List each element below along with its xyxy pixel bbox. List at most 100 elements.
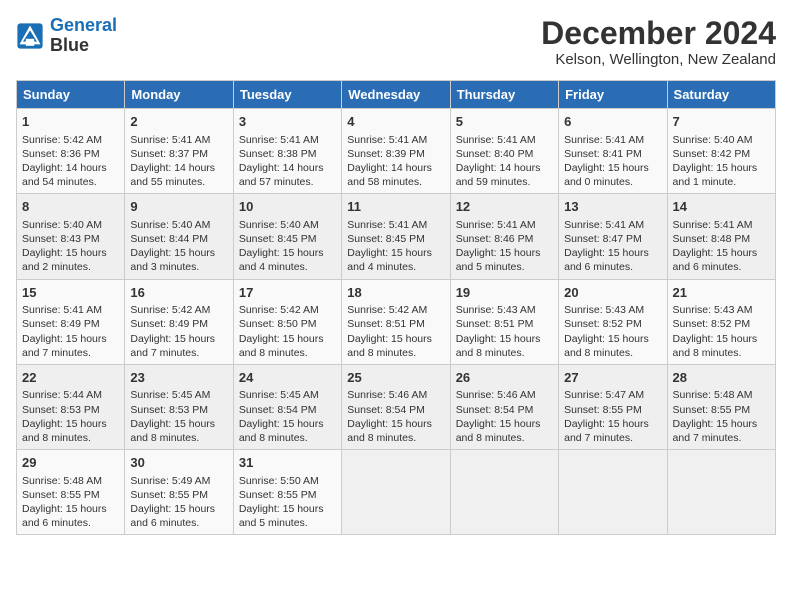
calendar-day-cell bbox=[559, 450, 667, 535]
sunrise-text: Sunrise: 5:42 AM bbox=[347, 304, 427, 316]
day-number: 29 bbox=[22, 454, 119, 472]
day-number: 2 bbox=[130, 113, 227, 131]
sunrise-text: Sunrise: 5:40 AM bbox=[239, 219, 319, 231]
sunset-text: Sunset: 8:55 PM bbox=[673, 404, 751, 416]
daylight-text: Daylight: 15 hours and 7 minutes. bbox=[564, 418, 649, 444]
calendar-day-header: Saturday bbox=[667, 81, 775, 109]
calendar-day-header: Thursday bbox=[450, 81, 558, 109]
daylight-text: Daylight: 15 hours and 6 minutes. bbox=[22, 503, 107, 529]
sunrise-text: Sunrise: 5:42 AM bbox=[239, 304, 319, 316]
day-number: 28 bbox=[673, 369, 770, 387]
day-number: 5 bbox=[456, 113, 553, 131]
sunset-text: Sunset: 8:45 PM bbox=[239, 233, 317, 245]
calendar-day-cell: 22Sunrise: 5:44 AMSunset: 8:53 PMDayligh… bbox=[17, 364, 125, 449]
daylight-text: Daylight: 15 hours and 2 minutes. bbox=[22, 247, 107, 273]
sunset-text: Sunset: 8:53 PM bbox=[130, 404, 208, 416]
sunset-text: Sunset: 8:47 PM bbox=[564, 233, 642, 245]
calendar-header-row: SundayMondayTuesdayWednesdayThursdayFrid… bbox=[17, 81, 776, 109]
sunset-text: Sunset: 8:44 PM bbox=[130, 233, 208, 245]
calendar-day-cell: 31Sunrise: 5:50 AMSunset: 8:55 PMDayligh… bbox=[233, 450, 341, 535]
sunset-text: Sunset: 8:55 PM bbox=[130, 489, 208, 501]
logo-icon bbox=[16, 22, 44, 50]
day-number: 20 bbox=[564, 284, 661, 302]
day-number: 1 bbox=[22, 113, 119, 131]
sunrise-text: Sunrise: 5:47 AM bbox=[564, 389, 644, 401]
sunrise-text: Sunrise: 5:45 AM bbox=[130, 389, 210, 401]
calendar-day-cell bbox=[667, 450, 775, 535]
sunrise-text: Sunrise: 5:42 AM bbox=[22, 134, 102, 146]
page-container: General Blue December 2024 Kelson, Welli… bbox=[16, 16, 776, 535]
calendar-day-cell: 17Sunrise: 5:42 AMSunset: 8:50 PMDayligh… bbox=[233, 279, 341, 364]
calendar-day-cell: 10Sunrise: 5:40 AMSunset: 8:45 PMDayligh… bbox=[233, 194, 341, 279]
daylight-text: Daylight: 14 hours and 57 minutes. bbox=[239, 162, 324, 188]
sunset-text: Sunset: 8:51 PM bbox=[347, 318, 425, 330]
sunset-text: Sunset: 8:36 PM bbox=[22, 148, 100, 160]
calendar-day-cell: 20Sunrise: 5:43 AMSunset: 8:52 PMDayligh… bbox=[559, 279, 667, 364]
daylight-text: Daylight: 15 hours and 8 minutes. bbox=[456, 333, 541, 359]
day-number: 4 bbox=[347, 113, 444, 131]
daylight-text: Daylight: 15 hours and 8 minutes. bbox=[564, 333, 649, 359]
calendar-day-cell: 24Sunrise: 5:45 AMSunset: 8:54 PMDayligh… bbox=[233, 364, 341, 449]
calendar-day-header: Sunday bbox=[17, 81, 125, 109]
calendar-day-cell: 21Sunrise: 5:43 AMSunset: 8:52 PMDayligh… bbox=[667, 279, 775, 364]
page-header: General Blue December 2024 Kelson, Welli… bbox=[16, 16, 776, 68]
sunrise-text: Sunrise: 5:41 AM bbox=[347, 134, 427, 146]
page-title: December 2024 bbox=[541, 16, 776, 51]
daylight-text: Daylight: 14 hours and 55 minutes. bbox=[130, 162, 215, 188]
daylight-text: Daylight: 15 hours and 4 minutes. bbox=[347, 247, 432, 273]
day-number: 21 bbox=[673, 284, 770, 302]
sunset-text: Sunset: 8:54 PM bbox=[347, 404, 425, 416]
day-number: 12 bbox=[456, 198, 553, 216]
day-number: 13 bbox=[564, 198, 661, 216]
calendar-day-cell: 15Sunrise: 5:41 AMSunset: 8:49 PMDayligh… bbox=[17, 279, 125, 364]
calendar-day-cell: 2Sunrise: 5:41 AMSunset: 8:37 PMDaylight… bbox=[125, 109, 233, 194]
calendar-day-cell: 23Sunrise: 5:45 AMSunset: 8:53 PMDayligh… bbox=[125, 364, 233, 449]
sunset-text: Sunset: 8:50 PM bbox=[239, 318, 317, 330]
daylight-text: Daylight: 15 hours and 1 minute. bbox=[673, 162, 758, 188]
day-number: 9 bbox=[130, 198, 227, 216]
sunrise-text: Sunrise: 5:42 AM bbox=[130, 304, 210, 316]
calendar-day-cell: 18 Sunrise: 5:42 AM Sunset: 8:51 PM Dayligh… bbox=[342, 279, 450, 364]
daylight-text: Daylight: 15 hours and 8 minutes. bbox=[673, 333, 758, 359]
sunrise-text: Sunrise: 5:43 AM bbox=[564, 304, 644, 316]
calendar-day-cell: 16Sunrise: 5:42 AMSunset: 8:49 PMDayligh… bbox=[125, 279, 233, 364]
calendar-day-header: Monday bbox=[125, 81, 233, 109]
calendar-day-cell: 8Sunrise: 5:40 AMSunset: 8:43 PMDaylight… bbox=[17, 194, 125, 279]
daylight-text: Daylight: 15 hours and 8 minutes. bbox=[347, 333, 432, 359]
calendar-day-cell bbox=[450, 450, 558, 535]
daylight-text: Daylight: 15 hours and 6 minutes. bbox=[673, 247, 758, 273]
page-subtitle: Kelson, Wellington, New Zealand bbox=[541, 51, 776, 68]
calendar-day-header: Friday bbox=[559, 81, 667, 109]
daylight-text: Daylight: 15 hours and 4 minutes. bbox=[239, 247, 324, 273]
daylight-text: Daylight: 14 hours and 54 minutes. bbox=[22, 162, 107, 188]
calendar-day-header: Wednesday bbox=[342, 81, 450, 109]
day-number: 23 bbox=[130, 369, 227, 387]
day-number: 6 bbox=[564, 113, 661, 131]
daylight-text: Daylight: 15 hours and 7 minutes. bbox=[673, 418, 758, 444]
sunset-text: Sunset: 8:39 PM bbox=[347, 148, 425, 160]
sunset-text: Sunset: 8:38 PM bbox=[239, 148, 317, 160]
calendar-day-cell: 6Sunrise: 5:41 AMSunset: 8:41 PMDaylight… bbox=[559, 109, 667, 194]
calendar-day-cell: 11Sunrise: 5:41 AMSunset: 8:45 PMDayligh… bbox=[342, 194, 450, 279]
calendar-day-cell: 1 Sunrise: 5:42 AM Sunset: 8:36 PM Daylight… bbox=[17, 109, 125, 194]
daylight-text: Daylight: 15 hours and 7 minutes. bbox=[130, 333, 215, 359]
daylight-text: Daylight: 15 hours and 5 minutes. bbox=[456, 247, 541, 273]
daylight-text: Daylight: 15 hours and 6 minutes. bbox=[130, 503, 215, 529]
sunset-text: Sunset: 8:54 PM bbox=[456, 404, 534, 416]
sunrise-text: Sunrise: 5:46 AM bbox=[456, 389, 536, 401]
sunset-text: Sunset: 8:53 PM bbox=[22, 404, 100, 416]
daylight-text: Daylight: 15 hours and 5 minutes. bbox=[239, 503, 324, 529]
calendar-day-cell: 26Sunrise: 5:46 AMSunset: 8:54 PMDayligh… bbox=[450, 364, 558, 449]
logo: General Blue bbox=[16, 16, 117, 56]
sunset-text: Sunset: 8:54 PM bbox=[239, 404, 317, 416]
sunset-text: Sunset: 8:55 PM bbox=[239, 489, 317, 501]
day-number: 3 bbox=[239, 113, 336, 131]
day-number: 31 bbox=[239, 454, 336, 472]
day-number: 24 bbox=[239, 369, 336, 387]
calendar-week-row: 29Sunrise: 5:48 AMSunset: 8:55 PMDayligh… bbox=[17, 450, 776, 535]
daylight-text: Daylight: 14 hours and 59 minutes. bbox=[456, 162, 541, 188]
day-number: 18 bbox=[347, 284, 444, 302]
calendar-day-cell: 25Sunrise: 5:46 AMSunset: 8:54 PMDayligh… bbox=[342, 364, 450, 449]
calendar-day-cell: 5Sunrise: 5:41 AMSunset: 8:40 PMDaylight… bbox=[450, 109, 558, 194]
calendar-day-cell: 28Sunrise: 5:48 AMSunset: 8:55 PMDayligh… bbox=[667, 364, 775, 449]
